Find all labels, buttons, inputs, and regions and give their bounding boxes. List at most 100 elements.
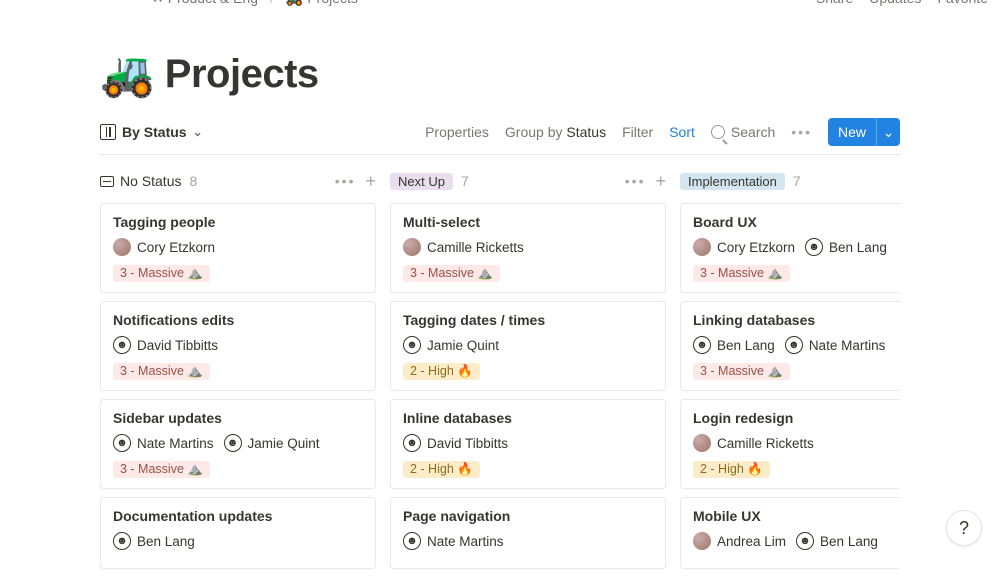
- card[interactable]: Inline databases☻David Tibbitts2 - High …: [390, 399, 666, 489]
- card[interactable]: Documentation updates☻Ben Lang: [100, 497, 376, 569]
- inbox-icon: [100, 176, 114, 187]
- search[interactable]: Search: [711, 124, 775, 140]
- card[interactable]: Login redesignCamille Ricketts2 - High 🔥: [680, 399, 900, 489]
- card[interactable]: Tagging dates / times ☻Jamie Quint 2 - Hig…: [390, 301, 666, 391]
- column-title-label: Next Up: [398, 174, 445, 189]
- person[interactable]: Cory Etzkorn: [113, 238, 215, 256]
- card-title: Multi-select: [403, 214, 653, 230]
- breadcrumb-seg-projects[interactable]: 🚜 Projects: [286, 0, 358, 7]
- person[interactable]: ☻ David Tibbitts: [113, 336, 218, 354]
- column-count: 7: [461, 173, 469, 189]
- avatar-icon: [403, 238, 421, 256]
- column-header: No Status8•••+: [100, 169, 376, 193]
- card-people: ☻Nate Martins☻Jamie Quint: [113, 434, 363, 452]
- person[interactable]: ☻Jamie Quint: [224, 434, 320, 452]
- help-button[interactable]: ?: [946, 510, 982, 546]
- avatar-icon: ☻: [113, 532, 131, 550]
- card[interactable]: Notifications edits☻David Tibbitts3 - Ma…: [100, 301, 376, 391]
- updates-button[interactable]: Updates: [869, 0, 921, 6]
- tractor-icon: 🚜: [286, 0, 303, 7]
- person[interactable]: ☻Ben Lang: [796, 532, 878, 550]
- page-title[interactable]: Projects: [165, 52, 319, 97]
- avatar-icon: ☻: [805, 238, 823, 256]
- new-button[interactable]: New ⌄: [828, 118, 900, 146]
- new-button-dropdown[interactable]: ⌄: [876, 118, 900, 146]
- column-header: Next Up 7 ••• +: [390, 169, 666, 193]
- person[interactable]: Camille Ricketts: [403, 238, 524, 256]
- card-people: ☻ Nate Martins: [403, 532, 653, 550]
- avatar-icon: ☻: [224, 434, 242, 452]
- card[interactable]: Page navigation☻Nate Martins: [390, 497, 666, 569]
- person[interactable]: ☻Nate Martins: [785, 336, 886, 354]
- more-menu-button[interactable]: •••: [791, 124, 812, 140]
- person-name: Nate Martins: [427, 534, 504, 549]
- titlebar-actions: Share Updates Favorite: [816, 0, 988, 6]
- column-title[interactable]: Next Up: [390, 173, 453, 190]
- person[interactable]: Camille Ricketts: [693, 434, 814, 452]
- view-switcher[interactable]: By Status ⌄: [100, 124, 203, 140]
- person[interactable]: ☻Jamie Quint: [403, 336, 499, 354]
- person[interactable]: ☻ Ben Lang: [693, 336, 775, 354]
- card-title: Linking databases: [693, 312, 900, 328]
- person-name: Andrea Lim: [717, 534, 786, 549]
- avatar-icon: [693, 434, 711, 452]
- share-button[interactable]: Share: [816, 0, 853, 6]
- avatar-icon: ☻: [113, 336, 131, 354]
- card-people: Cory Etzkorn: [113, 238, 363, 256]
- card-title: Sidebar updates: [113, 410, 363, 426]
- column-add-button[interactable]: +: [655, 172, 666, 190]
- breadcrumb-seg-product-eng[interactable]: ✕ Product & Eng: [152, 0, 258, 7]
- card[interactable]: Tagging peopleCory Etzkorn3 - Massive ⛰️: [100, 203, 376, 293]
- priority-badge: 2 - High 🔥: [403, 363, 480, 380]
- person[interactable]: Cory Etzkorn: [693, 238, 795, 256]
- card-title: Board UX: [693, 214, 900, 230]
- avatar-icon: [113, 238, 131, 256]
- person-name: Cory Etzkorn: [137, 240, 215, 255]
- board-view-icon: [100, 124, 116, 140]
- person-name: Jamie Quint: [427, 338, 499, 353]
- column-more-button[interactable]: •••: [625, 173, 646, 189]
- person-name: Nate Martins: [137, 436, 214, 451]
- favorite-button[interactable]: Favorite: [937, 0, 988, 6]
- kanban-board: No Status8•••+Tagging peopleCory Etzkorn…: [100, 169, 900, 577]
- priority-badge: 3 - Massive ⛰️: [693, 265, 790, 282]
- card[interactable]: Mobile UXAndrea Lim☻Ben Lang: [680, 497, 900, 569]
- person-name: David Tibbitts: [137, 338, 218, 353]
- sort-button[interactable]: Sort: [669, 124, 695, 140]
- search-placeholder: Search: [731, 124, 775, 140]
- avatar-icon: ☻: [693, 336, 711, 354]
- person[interactable]: ☻Ben Lang: [113, 532, 195, 550]
- person[interactable]: ☻Ben Lang: [805, 238, 887, 256]
- breadcrumb-label: Projects: [307, 0, 358, 6]
- column-title[interactable]: No Status: [100, 173, 181, 189]
- avatar-icon: ☻: [403, 434, 421, 452]
- group-by-button[interactable]: Group by Status: [505, 124, 606, 140]
- page-emoji-icon[interactable]: 🚜: [100, 48, 155, 100]
- database-toolbar: By Status ⌄ Properties Group by Status F…: [100, 118, 900, 155]
- priority-badge: 3 - Massive ⛰️: [113, 461, 210, 478]
- card[interactable]: Sidebar updates☻Nate Martins☻Jamie Quint…: [100, 399, 376, 489]
- properties-button[interactable]: Properties: [425, 124, 489, 140]
- person[interactable]: ☻David Tibbitts: [403, 434, 508, 452]
- card[interactable]: Multi-selectCamille Ricketts3 - Massive …: [390, 203, 666, 293]
- card[interactable]: Board UX Cory Etzkorn ☻Ben Lang 3 - Massive…: [680, 203, 900, 293]
- column-title[interactable]: Implementation: [680, 173, 785, 190]
- column-more-button[interactable]: •••: [335, 173, 356, 189]
- person[interactable]: ☻ Nate Martins: [403, 532, 504, 550]
- card[interactable]: Linking databases☻Ben Lang☻Nate Martins3…: [680, 301, 900, 391]
- page: 🚜 Projects By Status ⌄ Properties Group …: [0, 0, 1000, 577]
- search-icon: [711, 125, 725, 139]
- column-count: 7: [793, 173, 801, 189]
- breadcrumb: ✕ Product & Eng / 🚜 Projects: [152, 0, 358, 7]
- person[interactable]: ☻Nate Martins: [113, 434, 214, 452]
- tools-icon: ✕: [152, 0, 164, 7]
- column-implementation: Implementation7•••+Board UXCory Etzkorn☻…: [680, 169, 900, 577]
- person-name: Ben Lang: [717, 338, 775, 353]
- card-title: Tagging dates / times: [403, 312, 653, 328]
- card-people: Camille Ricketts: [403, 238, 653, 256]
- person[interactable]: Andrea Lim: [693, 532, 786, 550]
- column-add-button[interactable]: +: [365, 172, 376, 190]
- avatar-icon: ☻: [403, 532, 421, 550]
- priority-badge: 3 - Massive ⛰️: [113, 265, 210, 282]
- filter-button[interactable]: Filter: [622, 124, 653, 140]
